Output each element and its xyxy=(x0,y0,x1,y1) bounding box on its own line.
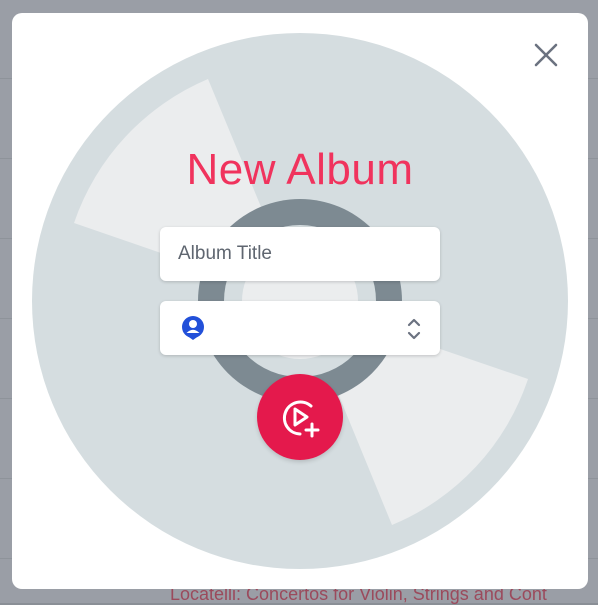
play-circle-plus-icon xyxy=(282,400,320,438)
album-title-input[interactable] xyxy=(160,227,440,281)
close-icon xyxy=(534,43,558,67)
chevrons-up-down-icon xyxy=(407,318,421,340)
close-button[interactable] xyxy=(532,41,560,69)
create-album-button[interactable] xyxy=(257,374,343,460)
artist-select[interactable] xyxy=(160,301,440,355)
album-title-field[interactable] xyxy=(160,227,440,281)
user-icon xyxy=(182,316,204,340)
modal-title: New Album xyxy=(186,145,414,194)
new-album-modal: New Album xyxy=(12,13,588,589)
